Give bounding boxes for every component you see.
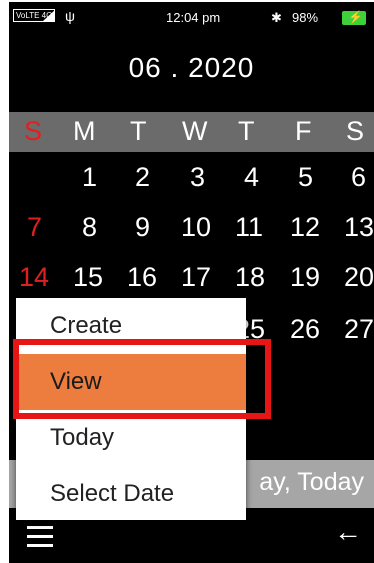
back-arrow-icon[interactable]: ← [334, 516, 362, 548]
calendar-day[interactable]: 9 [135, 212, 150, 243]
battery-percent: 98% [292, 10, 319, 25]
weekday-label: T [238, 116, 255, 146]
weekday-label: F [295, 116, 312, 146]
calendar-day[interactable]: 26 [290, 314, 320, 345]
calendar-day[interactable]: 20 [344, 262, 374, 293]
calendar-day[interactable]: 18 [235, 262, 265, 293]
calendar-day[interactable]: 12 [290, 212, 320, 243]
menu-item-label: Select Date [50, 480, 175, 507]
battery-icon: ⚡ [342, 10, 366, 25]
calendar-day[interactable]: 7 [27, 212, 42, 243]
menu-item-label: Create [50, 312, 123, 339]
highlight-frame [13, 339, 271, 419]
calendar-day[interactable]: 13 [344, 212, 374, 243]
clock: 12:04 pm [166, 10, 221, 25]
calendar-day[interactable]: 19 [290, 262, 320, 293]
bluetooth-icon: ✱ [271, 10, 282, 25]
calendar-day[interactable]: 15 [73, 262, 103, 293]
weekday-label: S [346, 116, 365, 146]
weekday-label: W [182, 116, 208, 146]
calendar-day[interactable]: 8 [82, 212, 97, 243]
calendar-day[interactable]: 2 [135, 162, 150, 193]
signal-icon [43, 10, 55, 21]
calendar-day[interactable]: 3 [190, 162, 205, 193]
month-title: 06 . 2020 [128, 52, 255, 83]
calendar-day[interactable]: 17 [181, 262, 211, 293]
menu-item-select-date[interactable]: Select Date [16, 466, 246, 522]
calendar-day[interactable]: 10 [181, 212, 211, 243]
status-bar: VoLTE 4G ψ 12:04 pm ✱ 98% ⚡ [9, 2, 374, 36]
calendar-day[interactable]: 1 [82, 162, 97, 193]
weekday-label: M [73, 116, 96, 146]
calendar-day[interactable]: 4 [244, 162, 259, 193]
weekday-label: T [130, 116, 147, 146]
menu-item-label: Today [50, 424, 115, 451]
usb-icon: ψ [65, 8, 75, 24]
calendar-day[interactable]: 11 [235, 212, 263, 243]
calendar-day[interactable]: 5 [298, 162, 313, 193]
weekday-header: S M T W T F S [9, 112, 374, 152]
menu-icon[interactable] [27, 526, 53, 547]
today-label: ay, Today [259, 468, 364, 496]
calendar-day[interactable]: 6 [351, 162, 366, 193]
calendar-day[interactable]: 16 [127, 262, 157, 293]
calendar-day[interactable]: 27 [344, 314, 374, 345]
calendar-day[interactable]: 14 [19, 262, 49, 293]
weekday-label: S [24, 116, 43, 146]
